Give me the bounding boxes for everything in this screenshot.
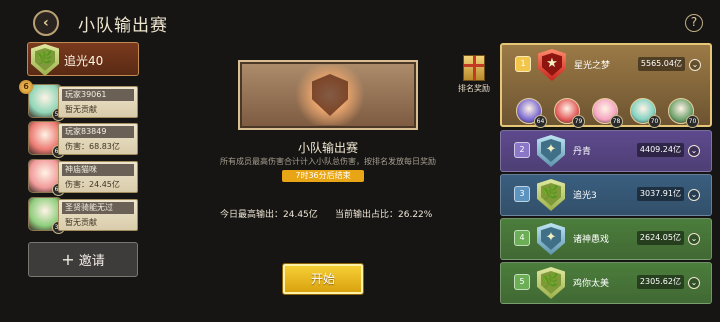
chevron-down-icon[interactable]: ⌄ — [688, 233, 700, 245]
back-button[interactable]: ‹ — [27, 4, 65, 42]
team-name: 追光3 — [573, 191, 597, 201]
team-shield-icon: ✦ — [537, 223, 565, 255]
my-team-name: 追光40 — [64, 54, 104, 68]
team-score: 3037.91亿 — [637, 187, 684, 201]
level-badge: 70 — [648, 115, 661, 128]
event-description: 所有成员最高伤害合计计入小队总伤害，按排名发放每日奖励 — [220, 157, 436, 166]
team-emblem-icon: 🌿 — [542, 274, 560, 289]
avatar[interactable]: 79 — [554, 98, 585, 128]
team-emblem-icon: ★ — [546, 56, 558, 71]
invite-button[interactable]: + 邀请 — [28, 242, 138, 277]
rank-number: 4 — [514, 230, 530, 246]
team-shield-icon: 🌿 — [31, 44, 59, 76]
team-name: 丹青 — [573, 147, 592, 157]
leaderboard-row[interactable]: 1 ★ 星光之梦 5565.04亿 ⌄ 64 79 78 70 70 — [500, 43, 712, 128]
team-shield-icon: 🌿 — [537, 267, 565, 299]
team-shield-icon: ✦ — [537, 135, 565, 167]
avatar[interactable]: 70 — [668, 98, 699, 128]
level-badge: 78 — [610, 115, 623, 128]
level-badge: 64 — [534, 115, 547, 128]
output-ratio: 当前输出占比：26.22% — [335, 210, 433, 220]
leaderboard-row[interactable]: 2 ✦ 丹青 4409.24亿 ⌄ — [500, 130, 712, 172]
member-row[interactable]: 37圣贤骑能无过暂无贡献 — [28, 197, 138, 234]
team-score: 4409.24亿 — [637, 143, 684, 157]
event-title: 小队输出赛 — [298, 141, 359, 155]
member-name: 圣贤骑能无过 — [62, 202, 134, 214]
team-score: 2305.62亿 — [637, 275, 684, 289]
team-member-avatars: 64 79 78 70 70 — [516, 98, 706, 128]
member-row[interactable]: 66玩家83849伤害：68.83亿 — [28, 121, 138, 158]
chevron-down-icon[interactable]: ⌄ — [688, 145, 700, 157]
team-shield-icon: 🌿 — [537, 179, 565, 211]
avatar[interactable]: 78 — [592, 98, 623, 128]
team-name: 诸神愚戏 — [573, 235, 610, 245]
today-max-output: 今日最高输出：24.45亿 — [220, 210, 318, 220]
member-contribution: 伤害：68.83亿 — [65, 142, 120, 151]
leaf-emblem-icon: 🌿 — [36, 51, 54, 66]
member-card: 神庙猫咪伤害：24.45亿 — [58, 161, 138, 193]
member-name: 神庙猫咪 — [62, 164, 134, 176]
member-card: 玩家83849 伤害：68.83亿 — [58, 123, 138, 155]
member-name: 玩家39061 — [62, 89, 134, 101]
chevron-down-icon[interactable]: ⌄ — [689, 59, 701, 71]
team-name: 星光之梦 — [574, 61, 611, 71]
rank-medal-icon: 6 — [19, 80, 33, 94]
invite-label: 邀请 — [78, 254, 105, 269]
help-icon[interactable]: ? — [685, 14, 703, 32]
rank-number: 5 — [514, 274, 530, 290]
team-name: 鸡你太美 — [573, 279, 610, 289]
leaderboard: 1 ★ 星光之梦 5565.04亿 ⌄ 64 79 78 70 70 2 ✦ 丹青 4409.24亿 ⌄ 3 🌿… — [500, 38, 712, 322]
member-contribution: 伤害：24.45亿 — [65, 180, 120, 189]
gift-icon — [463, 55, 485, 81]
rank-number: 2 — [514, 142, 530, 158]
event-banner — [238, 60, 418, 130]
rank-number: 1 — [515, 56, 531, 72]
member-name: 玩家83849 — [62, 126, 134, 138]
chevron-down-icon[interactable]: ⌄ — [688, 189, 700, 201]
back-arrow-icon: ‹ — [43, 15, 49, 31]
leaderboard-row[interactable]: 3 🌿 追光3 3037.91亿 ⌄ — [500, 174, 712, 216]
plus-icon: + — [61, 250, 75, 269]
avatar[interactable]: 70 — [630, 98, 661, 128]
member-row[interactable]: 506玩家39061暂无贡献 — [19, 80, 138, 121]
page-title: 小队输出赛 — [78, 16, 168, 36]
rank-reward-label: 排名奖励 — [458, 84, 490, 93]
chevron-down-icon[interactable]: ⌄ — [688, 277, 700, 289]
team-emblem-icon: 🌿 — [542, 186, 560, 201]
team-score: 5565.04亿 — [638, 57, 685, 71]
member-contribution: 暂无贡献 — [65, 105, 97, 114]
team-emblem-icon: ✦ — [545, 142, 557, 157]
leaderboard-row[interactable]: 4 ✦ 诸神愚戏 2624.05亿 ⌄ — [500, 218, 712, 260]
member-row[interactable]: 65神庙猫咪伤害：24.45亿 — [28, 159, 138, 196]
level-badge: 79 — [572, 115, 585, 128]
member-contribution: 暂无贡献 — [65, 218, 97, 227]
level-badge: 70 — [686, 115, 699, 128]
start-button[interactable]: 开始 — [283, 264, 363, 294]
team-shield-icon: ★ — [538, 49, 566, 81]
team-emblem-icon: ✦ — [545, 230, 557, 245]
team-score: 2624.05亿 — [637, 231, 684, 245]
member-card: 圣贤骑能无过 暂无贡献 — [58, 199, 138, 231]
rank-reward-button[interactable]: 排名奖励 — [458, 55, 492, 95]
avatar[interactable]: 64 — [516, 98, 547, 128]
member-card: 玩家39061 暂无贡献 — [58, 86, 138, 118]
countdown-badge: 7时36分后结束 — [282, 170, 364, 182]
leaderboard-row[interactable]: 5 🌿 鸡你太美 2305.62亿 ⌄ — [500, 262, 712, 304]
rank-number: 3 — [514, 186, 530, 202]
